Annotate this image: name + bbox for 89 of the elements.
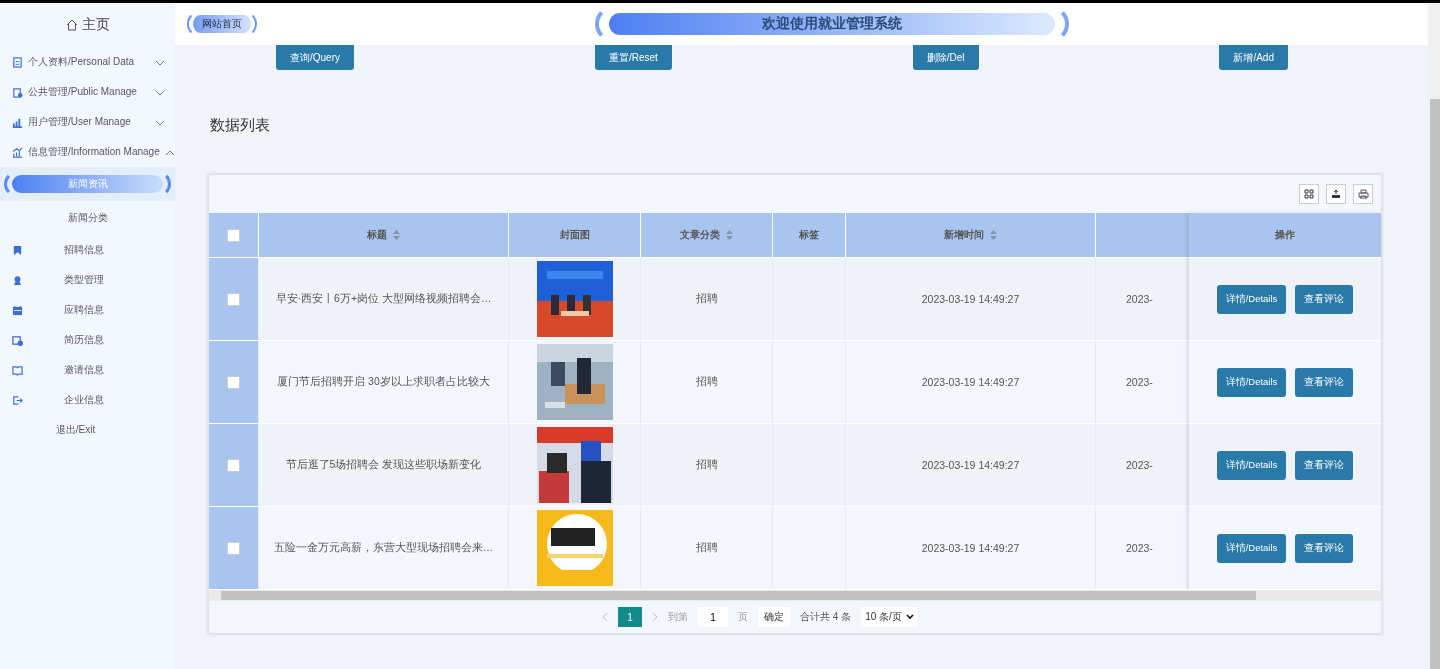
next-icon[interactable] bbox=[652, 612, 659, 622]
sidebar-item[interactable]: 应聘信息 bbox=[0, 295, 175, 325]
column-header: 标题 bbox=[367, 228, 387, 242]
sidebar-item[interactable]: 邀请信息 bbox=[0, 355, 175, 385]
action-button[interactable]: 重置/Reset bbox=[594, 45, 672, 70]
print-icon bbox=[1357, 189, 1369, 199]
logout-icon bbox=[12, 394, 23, 406]
columns-button[interactable] bbox=[1299, 184, 1319, 204]
chevron-icon[interactable] bbox=[155, 59, 165, 66]
table-cell: 招聘 bbox=[695, 541, 718, 555]
chevron-icon[interactable] bbox=[164, 149, 175, 156]
checkbox[interactable] bbox=[227, 228, 240, 242]
table-cell: 2023- bbox=[1126, 459, 1153, 471]
table-cell: 2023- bbox=[1126, 293, 1153, 305]
page-unit: 页 bbox=[738, 610, 749, 624]
checkbox[interactable] bbox=[227, 375, 240, 389]
calendar-icon bbox=[12, 304, 23, 316]
sort-icon[interactable] bbox=[393, 230, 400, 240]
calendar-check-icon bbox=[12, 334, 23, 346]
row-action-button[interactable]: 详情/Details bbox=[1216, 533, 1287, 563]
sidebar-item[interactable]: 招聘信息 bbox=[0, 235, 175, 265]
column-header: 标签 bbox=[799, 228, 819, 242]
checkbox[interactable] bbox=[227, 458, 240, 472]
row-action-button[interactable]: 详情/Details bbox=[1216, 367, 1287, 397]
sort-icon[interactable] bbox=[990, 230, 997, 240]
chevron-icon[interactable] bbox=[155, 89, 165, 96]
column-header: 文章分类 bbox=[680, 228, 720, 242]
bar-chart-icon bbox=[12, 116, 23, 128]
table-cell: 厦门节后招聘开启 30岁以上求职者占比较大 bbox=[277, 375, 490, 389]
sidebar-item[interactable]: 退出/Exit bbox=[0, 415, 175, 445]
action-button[interactable]: 新增/Add bbox=[1219, 45, 1288, 70]
table-cell: 2023- bbox=[1126, 376, 1153, 388]
section-title: 数据列表 bbox=[210, 116, 271, 135]
goto-label: 到第 bbox=[668, 610, 689, 624]
chart-icon bbox=[12, 146, 23, 158]
bookmark-icon bbox=[12, 244, 23, 256]
checkbox[interactable] bbox=[227, 292, 240, 306]
book-icon bbox=[12, 364, 23, 376]
table-cell: 2023-03-19 14:49:27 bbox=[921, 293, 1020, 305]
vertical-scrollbar[interactable] bbox=[1428, 3, 1440, 669]
submenu-item[interactable]: 新闻分类 bbox=[0, 201, 175, 235]
row-action-button[interactable]: 查看评论 bbox=[1295, 367, 1354, 397]
column-header: 新增时间 bbox=[944, 228, 984, 242]
page-input[interactable]: 1 bbox=[698, 607, 729, 627]
table-cell: 2023-03-19 14:49:27 bbox=[921, 542, 1020, 554]
previous-icon[interactable] bbox=[602, 612, 609, 622]
action-button[interactable]: 查询/Query bbox=[276, 45, 354, 70]
sidebar-item[interactable]: 公共管理/Public Manage bbox=[0, 77, 175, 107]
sidebar-item[interactable]: 企业信息 bbox=[0, 385, 175, 415]
user-badge-icon bbox=[12, 274, 23, 286]
row-action-button[interactable]: 详情/Details bbox=[1216, 450, 1287, 480]
horizontal-scrollbar[interactable] bbox=[209, 590, 1381, 601]
table-cell: 2023-03-19 14:49:27 bbox=[921, 459, 1020, 471]
export-button[interactable] bbox=[1326, 184, 1346, 204]
page-size-select[interactable]: 10 条/页 bbox=[861, 607, 918, 627]
sidebar-item[interactable]: 类型管理 bbox=[0, 265, 175, 295]
grid-icon bbox=[1304, 189, 1314, 199]
sort-icon[interactable] bbox=[726, 230, 733, 240]
home-link[interactable]: 主页 bbox=[81, 16, 110, 34]
table-cell: 招聘 bbox=[695, 375, 718, 389]
home-icon[interactable] bbox=[65, 19, 78, 31]
caret-icon bbox=[905, 614, 914, 620]
table-cell: 节后逛了5场招聘会 发现这些职场新变化 bbox=[285, 458, 482, 472]
sidebar-item[interactable]: 信息管理/Information Manage bbox=[0, 137, 175, 167]
table-cell: 招聘 bbox=[695, 458, 718, 472]
row-action-button[interactable]: 详情/Details bbox=[1216, 284, 1287, 314]
table-cell: 五险一金万元高薪，东营大型现场招聘会来… bbox=[273, 541, 494, 555]
document-icon bbox=[12, 56, 23, 68]
sidebar-item[interactable]: 用户管理/User Manage bbox=[0, 107, 175, 137]
table-cell: 早安·西安丨6万+岗位 大型网络视频招聘会… bbox=[275, 292, 492, 306]
action-button[interactable]: 删除/Del bbox=[912, 45, 979, 70]
checkbox[interactable] bbox=[227, 541, 240, 555]
confirm-button[interactable]: 确定 bbox=[758, 607, 791, 627]
row-action-button[interactable]: 查看评论 bbox=[1295, 533, 1354, 563]
sidebar-item[interactable]: 简历信息 bbox=[0, 325, 175, 355]
column-header: 封面图 bbox=[559, 228, 590, 242]
total-count: 合计共 4 条 bbox=[800, 610, 852, 624]
clipboard-icon bbox=[12, 86, 23, 98]
table-cell: 2023- bbox=[1126, 542, 1153, 554]
column-header: 操作 bbox=[1275, 228, 1295, 242]
page-button[interactable]: 1 bbox=[618, 607, 643, 627]
chevron-icon[interactable] bbox=[155, 119, 165, 126]
table-cell: 2023-03-19 14:49:27 bbox=[921, 376, 1020, 388]
sidebar-item[interactable]: 个人资料/Personal Data bbox=[0, 47, 175, 77]
row-action-button[interactable]: 查看评论 bbox=[1295, 284, 1354, 314]
export-icon bbox=[1331, 189, 1341, 199]
print-button[interactable] bbox=[1353, 184, 1373, 204]
table-cell: 招聘 bbox=[695, 292, 718, 306]
row-action-button[interactable]: 查看评论 bbox=[1295, 450, 1354, 480]
